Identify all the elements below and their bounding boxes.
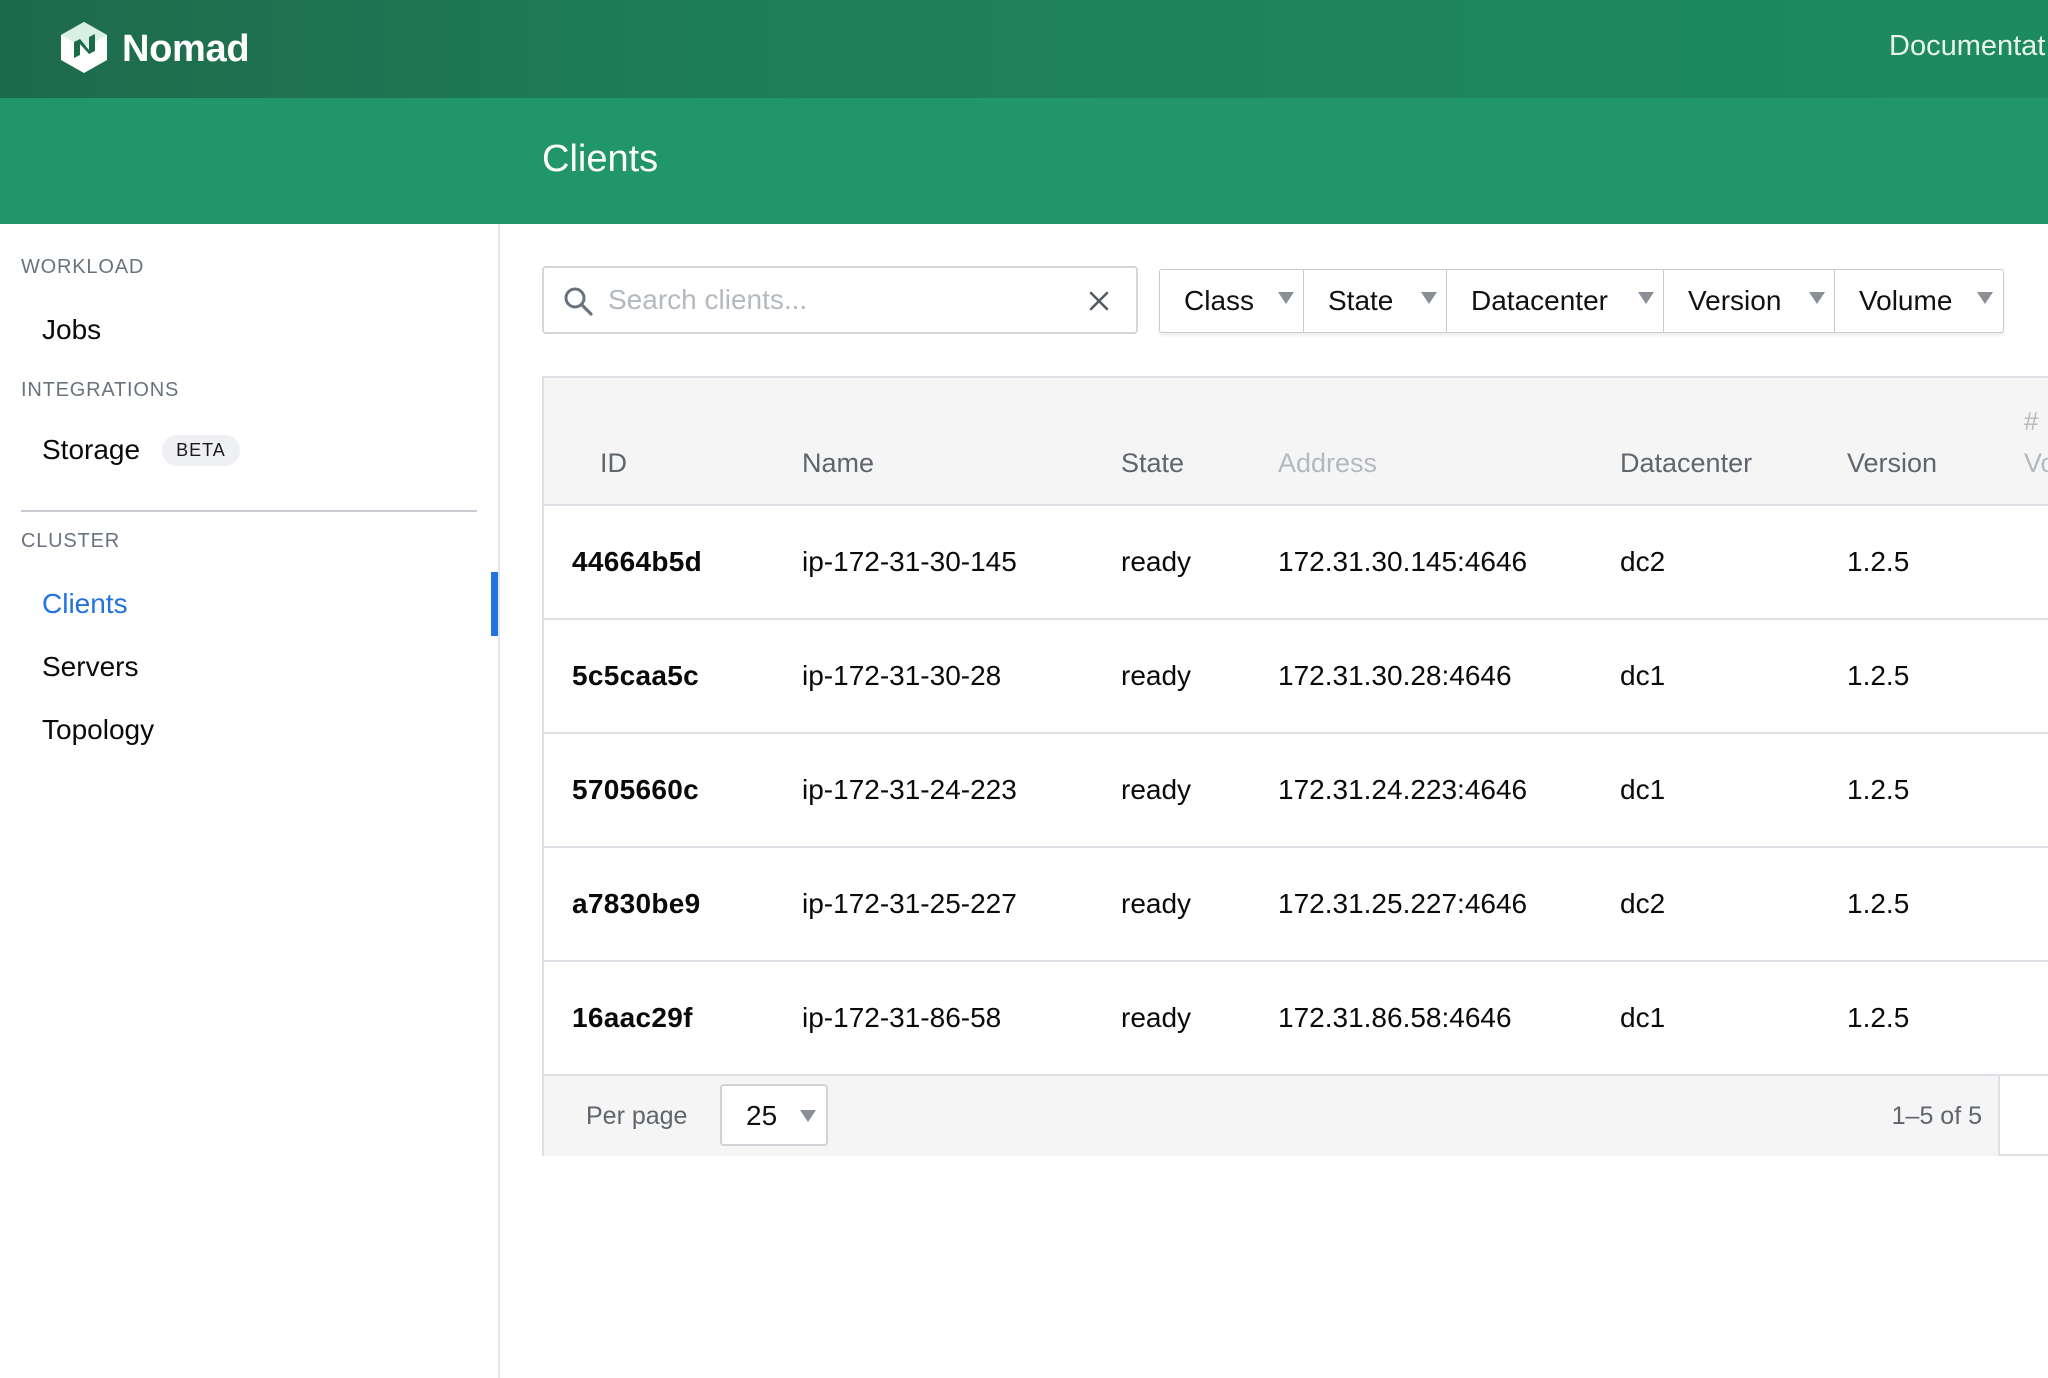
sidebar: WORKLOAD Jobs INTEGRATIONS Storage BETA … [0, 224, 500, 1378]
sidebar-item-servers[interactable]: Servers [42, 651, 138, 683]
clients-table: ID Name State Address Datacenter Version… [542, 376, 2048, 1156]
datacenter-filter-dropdown[interactable]: Datacenter [1447, 270, 1664, 332]
volume-filter-dropdown[interactable]: Volume [1835, 270, 2003, 332]
client-address: 172.31.30.145:4646 [1278, 546, 1528, 577]
filter-label: Version [1688, 285, 1782, 316]
caret-down-icon [1278, 292, 1294, 304]
section-label-integrations: INTEGRATIONS [21, 379, 180, 401]
per-page-label: Per page [586, 1102, 688, 1130]
client-name: ip-172-31-24-223 [802, 774, 1017, 805]
client-state: ready [1121, 1002, 1192, 1033]
client-version: 1.2.5 [1847, 546, 1910, 577]
sidebar-item-label: Topology [42, 714, 155, 745]
sidebar-item-label: Storage [42, 434, 141, 465]
column-header-version[interactable]: Version [1847, 448, 1937, 479]
filter-label: Volume [1859, 285, 1953, 316]
table-footer: Per page 25 1–5 of 5 [544, 1076, 2000, 1156]
sidebar-item-label: Clients [42, 588, 128, 619]
pagination-range: 1–5 of 5 [1891, 1102, 1982, 1130]
client-id[interactable]: 5c5caa5c [572, 660, 699, 692]
brand-link[interactable]: Nomad [58, 20, 250, 79]
client-id[interactable]: 16aac29f [572, 1002, 693, 1034]
client-version: 1.2.5 [1847, 774, 1910, 805]
sidebar-item-label: Jobs [42, 314, 102, 345]
client-name: ip-172-31-25-227 [802, 888, 1017, 919]
column-header-state[interactable]: State [1121, 448, 1184, 479]
caret-down-icon [1809, 292, 1825, 304]
client-version: 1.2.5 [1847, 1002, 1910, 1033]
table-row[interactable]: a7830be9 ip-172-31-25-227 ready 172.31.2… [544, 848, 2048, 962]
per-page-select[interactable]: 25 [720, 1084, 828, 1146]
caret-down-icon [1638, 292, 1654, 304]
top-nav-bar: Nomad Documentat [0, 0, 2048, 98]
nomad-logo-icon [58, 20, 110, 79]
column-header-datacenter[interactable]: Datacenter [1620, 448, 1752, 479]
section-label-workload: WORKLOAD [21, 256, 145, 278]
column-header-volumes: Vo [2024, 448, 2048, 478]
client-name: ip-172-31-86-58 [802, 1002, 1002, 1033]
per-page-value: 25 [746, 1100, 778, 1131]
filter-toolbar: Class State Datacenter Version Volume [1159, 269, 2004, 333]
client-id[interactable]: a7830be9 [572, 888, 701, 920]
client-id[interactable]: 5705660c [572, 774, 699, 806]
search-icon [562, 285, 594, 317]
client-datacenter: dc2 [1620, 888, 1666, 919]
page-title: Clients [542, 138, 659, 180]
documentation-link[interactable]: Documentat [1889, 30, 2045, 63]
column-header-volumes-hash: # [2024, 406, 2039, 436]
sidebar-item-label: Servers [42, 651, 139, 682]
client-address: 172.31.25.227:4646 [1278, 888, 1528, 919]
client-datacenter: dc2 [1620, 546, 1666, 577]
search-box [542, 266, 1138, 334]
client-address: 172.31.30.28:4646 [1278, 660, 1512, 691]
caret-down-icon [1977, 292, 1993, 304]
client-name: ip-172-31-30-28 [802, 660, 1002, 691]
column-header-id[interactable]: ID [600, 448, 627, 479]
client-state: ready [1121, 660, 1192, 691]
sidebar-divider [21, 510, 477, 512]
client-address: 172.31.86.58:4646 [1278, 1002, 1512, 1033]
caret-down-icon [1421, 292, 1437, 304]
table-row[interactable]: 5c5caa5c ip-172-31-30-28 ready 172.31.30… [544, 620, 2048, 734]
client-datacenter: dc1 [1620, 1002, 1666, 1033]
filter-label: Datacenter [1471, 285, 1608, 316]
filter-label: Class [1184, 285, 1255, 316]
class-filter-dropdown[interactable]: Class [1160, 270, 1304, 332]
beta-badge: BETA [162, 434, 240, 466]
table-row[interactable]: 44664b5d ip-172-31-30-145 ready 172.31.3… [544, 506, 2048, 620]
brand-name: Nomad [122, 27, 250, 70]
client-state: ready [1121, 888, 1192, 919]
filter-label: State [1328, 285, 1394, 316]
column-header-name[interactable]: Name [802, 448, 874, 479]
client-datacenter: dc1 [1620, 774, 1666, 805]
client-state: ready [1121, 546, 1192, 577]
sidebar-item-clients[interactable]: Clients [42, 588, 128, 620]
sidebar-item-topology[interactable]: Topology [42, 714, 154, 746]
client-datacenter: dc1 [1620, 660, 1666, 691]
close-icon[interactable] [1084, 286, 1114, 316]
caret-down-icon [800, 1110, 816, 1122]
client-state: ready [1121, 774, 1192, 805]
sidebar-item-storage[interactable]: Storage BETA [42, 434, 240, 466]
client-name: ip-172-31-30-145 [802, 546, 1017, 577]
client-address: 172.31.24.223:4646 [1278, 774, 1528, 805]
sidebar-item-jobs[interactable]: Jobs [42, 314, 101, 346]
version-filter-dropdown[interactable]: Version [1664, 270, 1835, 332]
search-input[interactable] [608, 280, 1048, 320]
state-filter-dropdown[interactable]: State [1304, 270, 1447, 332]
table-row[interactable]: 16aac29f ip-172-31-86-58 ready 172.31.86… [544, 962, 2048, 1076]
table-header: ID Name State Address Datacenter Version… [544, 378, 2048, 506]
active-indicator [491, 572, 498, 636]
column-header-address: Address [1278, 448, 1378, 478]
client-id[interactable]: 44664b5d [572, 546, 702, 578]
page-header: Clients [0, 98, 2048, 224]
client-version: 1.2.5 [1847, 660, 1910, 691]
client-version: 1.2.5 [1847, 888, 1910, 919]
table-row[interactable]: 5705660c ip-172-31-24-223 ready 172.31.2… [544, 734, 2048, 848]
app-window: Nomad Documentat Clients WORKLOAD Jobs I… [0, 0, 2048, 1378]
section-label-cluster: CLUSTER [21, 530, 120, 552]
